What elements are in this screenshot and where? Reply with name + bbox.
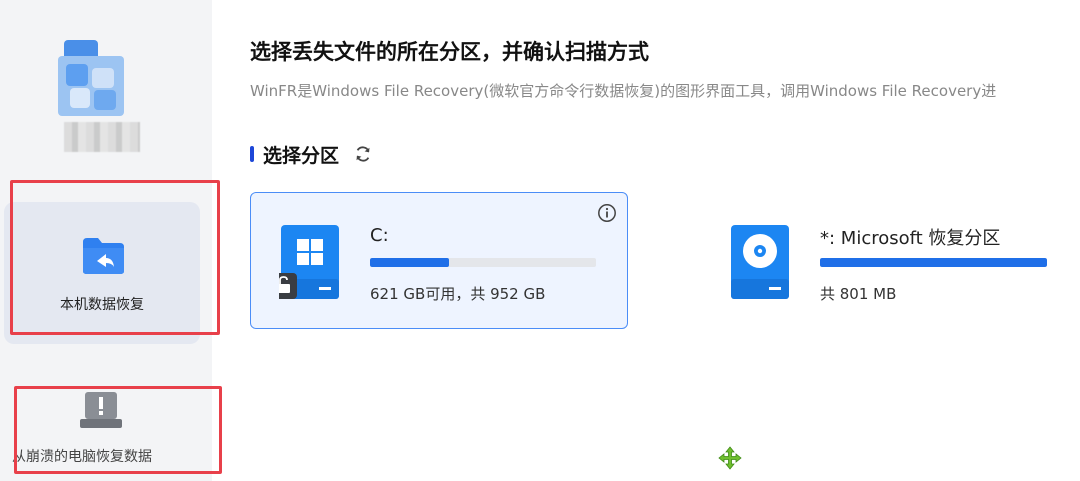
drive-card-c[interactable]: C: 621 GB可用，共 952 GB [250, 192, 628, 329]
partition-section-header: 选择分区 [250, 140, 373, 168]
sidebar-item-label: 本机数据恢复 [60, 297, 144, 313]
sidebar-item-crash-recovery[interactable]: 从崩溃的电脑恢复数据 [0, 378, 212, 478]
windows-drive-icon [279, 225, 339, 299]
app-logo [58, 38, 124, 118]
move-cursor-icon [718, 446, 742, 470]
drive-usage-bar [820, 258, 1047, 267]
laptop-warning-icon [80, 392, 122, 428]
sidebar-item-local-recovery[interactable]: 本机数据恢复 [4, 202, 200, 344]
info-icon[interactable] [597, 203, 617, 223]
drive-usage-fill [370, 258, 450, 267]
disc-drive-icon [731, 225, 789, 299]
drive-usage-fill [820, 258, 1047, 267]
page-title: 选择丢失文件的所在分区，并确认扫描方式 [250, 40, 649, 64]
drive-size: 621 GB可用，共 952 GB [370, 285, 546, 303]
section-accent-bar [250, 146, 254, 162]
sidebar-item-label: 从崩溃的电脑恢复数据 [12, 449, 152, 465]
drive-card-recovery[interactable]: *: Microsoft 恢复分区 共 801 MB [706, 192, 1080, 329]
drive-name: C: [370, 225, 389, 246]
drive-size: 共 801 MB [820, 285, 897, 303]
drive-name: *: Microsoft 恢复分区 [820, 228, 1001, 249]
sidebar: 本机数据恢复 从崩溃的电脑恢复数据 [0, 0, 212, 481]
app-name-blurred [64, 122, 140, 152]
page-description: WinFR是Windows File Recovery(微软官方命令行数据恢复)… [250, 82, 997, 100]
section-title: 选择分区 [263, 144, 340, 167]
drive-usage-bar [370, 258, 596, 267]
folder-back-icon [83, 238, 124, 274]
refresh-icon[interactable] [353, 144, 373, 164]
